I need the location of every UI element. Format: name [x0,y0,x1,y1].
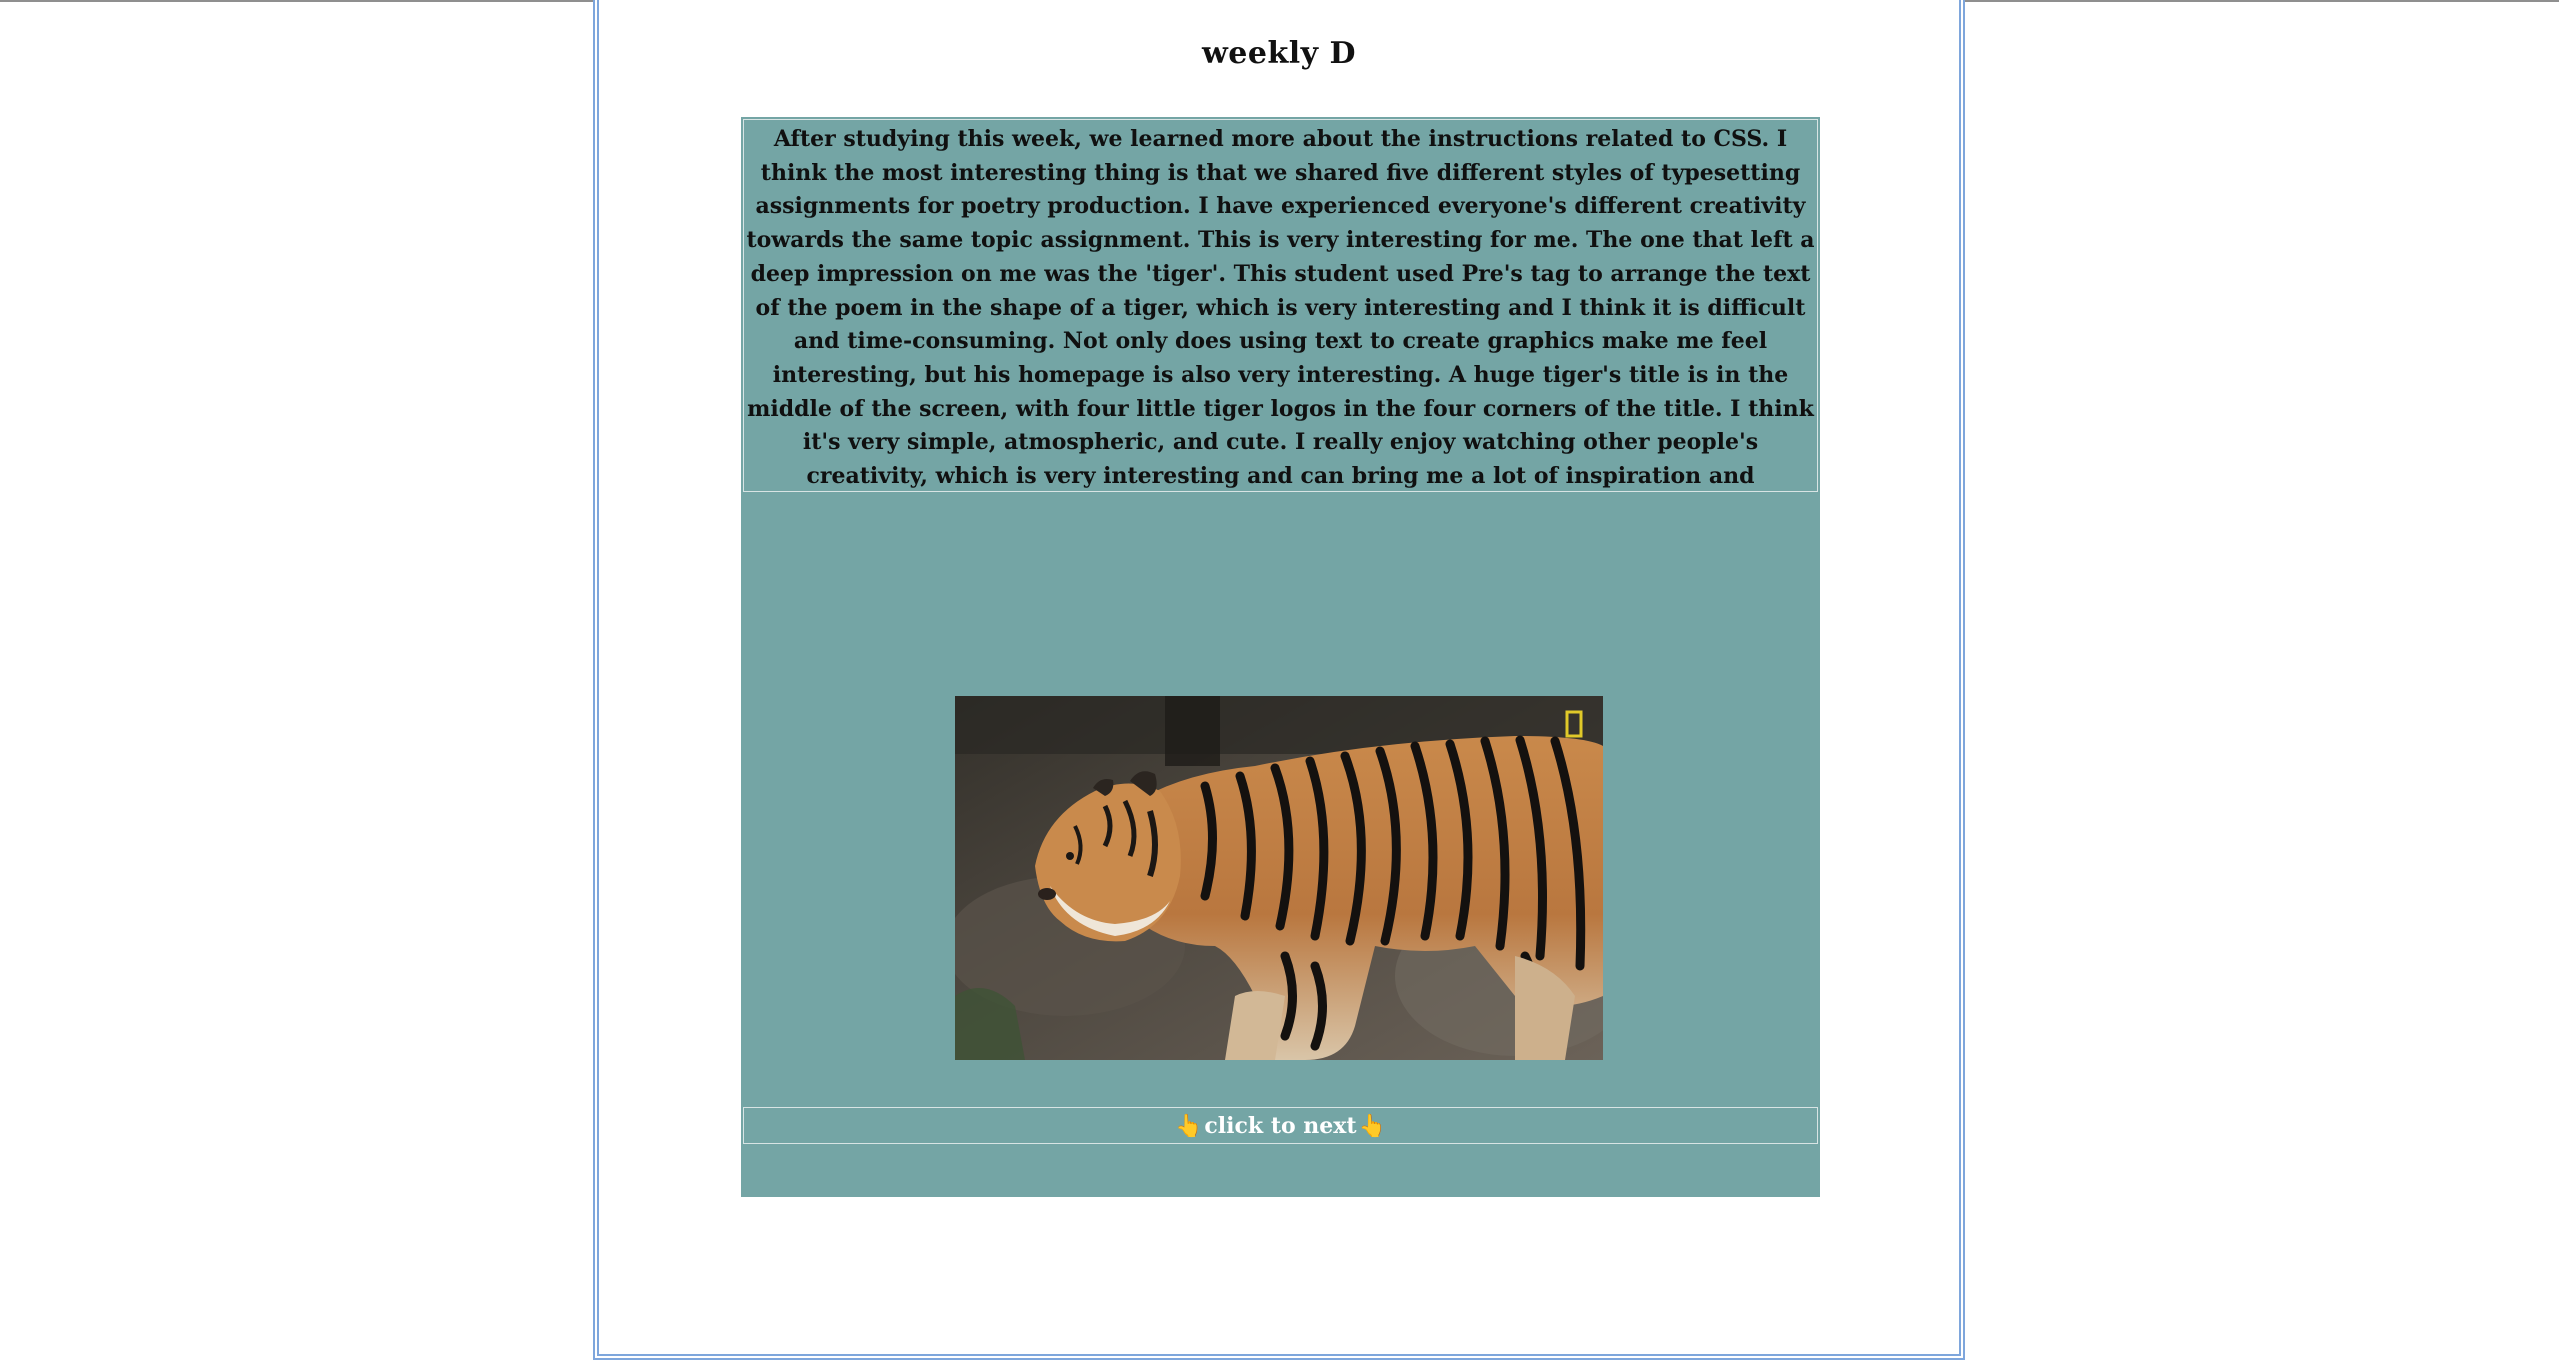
click-to-next-button[interactable]: 👆 click to next 👆 [743,1107,1818,1144]
content-panel: After studying this week, we learned mor… [741,117,1820,1197]
pointing-hand-icon: 👆 [1358,1112,1386,1139]
essay-text: After studying this week, we learned mor… [743,119,1818,492]
pointing-hand-icon: 👆 [1175,1112,1203,1139]
page-title: weekly D [1201,36,1357,71]
tiger-image [955,696,1603,1060]
next-label: click to next [1204,1112,1357,1139]
tiger-photo-illustration [955,696,1603,1060]
